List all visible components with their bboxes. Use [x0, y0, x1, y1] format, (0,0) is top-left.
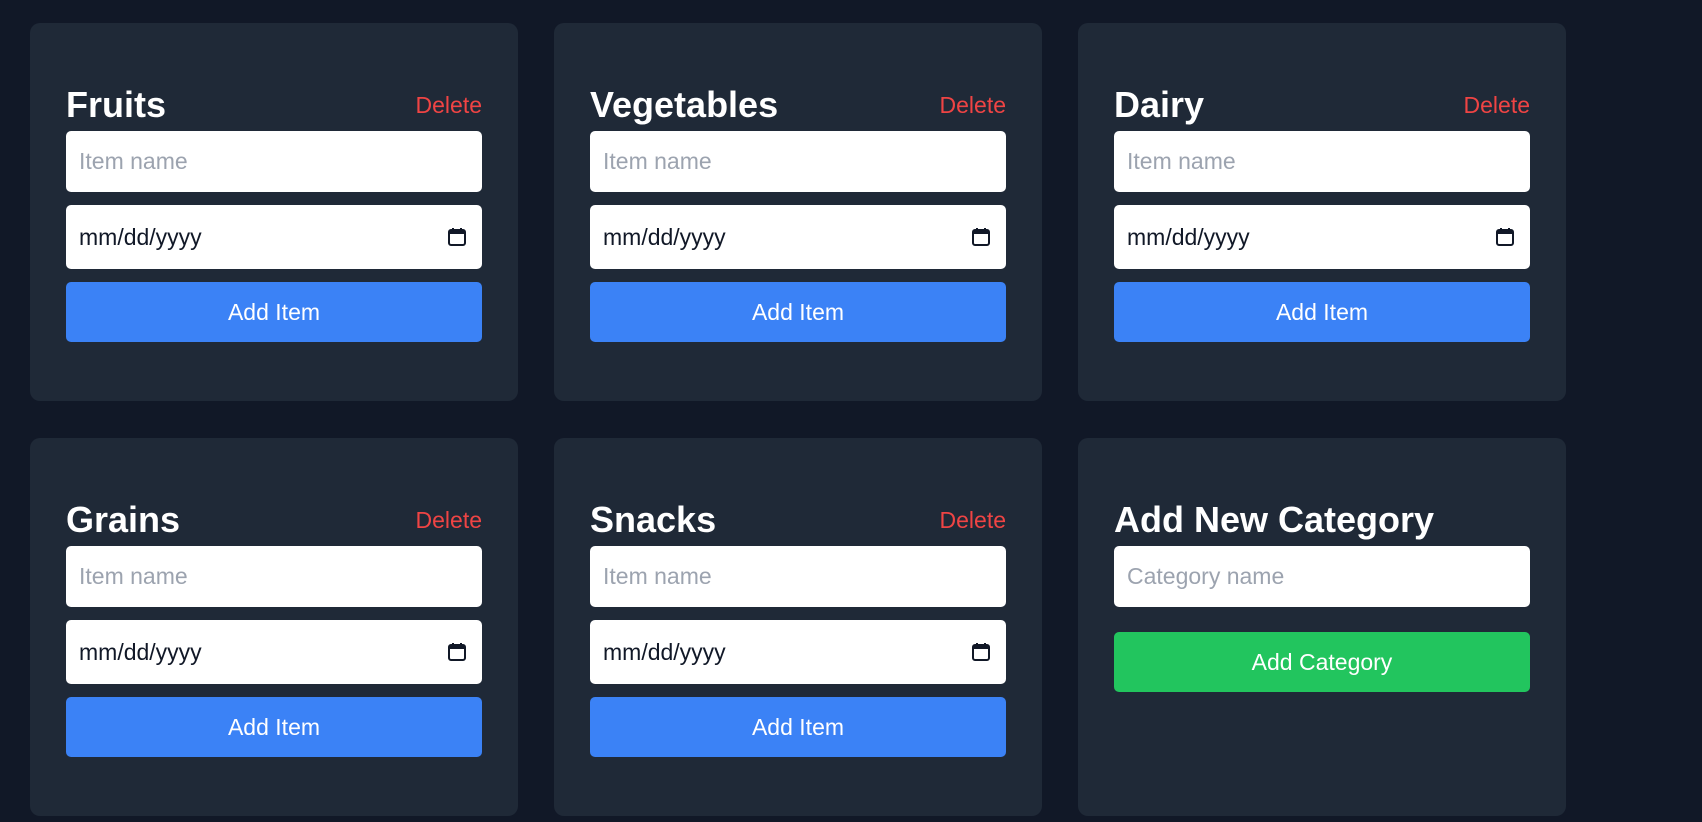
add-item-button[interactable]: Add Item [1114, 282, 1530, 342]
delete-category-button[interactable]: Delete [416, 91, 482, 119]
delete-category-button[interactable]: Delete [1464, 91, 1530, 119]
add-item-button[interactable]: Add Item [66, 697, 482, 757]
delete-category-button[interactable]: Delete [940, 506, 1006, 534]
category-title: Dairy [1114, 84, 1205, 125]
item-name-input[interactable]: Item name [66, 131, 482, 192]
add-item-button[interactable]: Add Item [66, 282, 482, 342]
item-name-input[interactable]: Item name [590, 131, 1006, 192]
expiry-date-input[interactable]: mm/dd/yyyy [590, 620, 1006, 684]
category-title: Fruits [66, 84, 167, 125]
category-card-grains: Grains Delete Item name mm/dd/yyyy Add I… [30, 438, 518, 816]
add-item-button[interactable]: Add Item [590, 697, 1006, 757]
date-placeholder: mm/dd/yyyy [79, 224, 202, 250]
date-placeholder: mm/dd/yyyy [603, 639, 726, 665]
date-placeholder: mm/dd/yyyy [1127, 224, 1250, 250]
add-category-title: Add New Category [1114, 499, 1435, 540]
calendar-icon[interactable] [1495, 227, 1515, 247]
calendar-icon[interactable] [447, 642, 467, 662]
delete-category-button[interactable]: Delete [940, 91, 1006, 119]
category-title: Vegetables [590, 84, 779, 125]
add-category-button[interactable]: Add Category [1114, 632, 1530, 692]
item-name-input[interactable]: Item name [590, 546, 1006, 607]
add-category-card: Add New Category Category name Add Categ… [1078, 438, 1566, 816]
category-card-snacks: Snacks Delete Item name mm/dd/yyyy Add I… [554, 438, 1042, 816]
date-placeholder: mm/dd/yyyy [79, 639, 202, 665]
add-item-button[interactable]: Add Item [590, 282, 1006, 342]
expiry-date-input[interactable]: mm/dd/yyyy [66, 620, 482, 684]
item-name-input[interactable]: Item name [1114, 131, 1530, 192]
category-card-dairy: Dairy Delete Item name mm/dd/yyyy Add It… [1078, 23, 1566, 401]
calendar-icon[interactable] [971, 227, 991, 247]
category-title: Grains [66, 499, 181, 540]
item-name-input[interactable]: Item name [66, 546, 482, 607]
calendar-icon[interactable] [447, 227, 467, 247]
calendar-icon[interactable] [971, 642, 991, 662]
category-card-fruits: Fruits Delete Item name mm/dd/yyyy Add I… [30, 23, 518, 401]
category-name-input[interactable]: Category name [1114, 546, 1530, 607]
expiry-date-input[interactable]: mm/dd/yyyy [1114, 205, 1530, 269]
expiry-date-input[interactable]: mm/dd/yyyy [590, 205, 1006, 269]
delete-category-button[interactable]: Delete [416, 506, 482, 534]
expiry-date-input[interactable]: mm/dd/yyyy [66, 205, 482, 269]
category-card-vegetables: Vegetables Delete Item name mm/dd/yyyy A… [554, 23, 1042, 401]
date-placeholder: mm/dd/yyyy [603, 224, 726, 250]
category-title: Snacks [590, 499, 717, 540]
